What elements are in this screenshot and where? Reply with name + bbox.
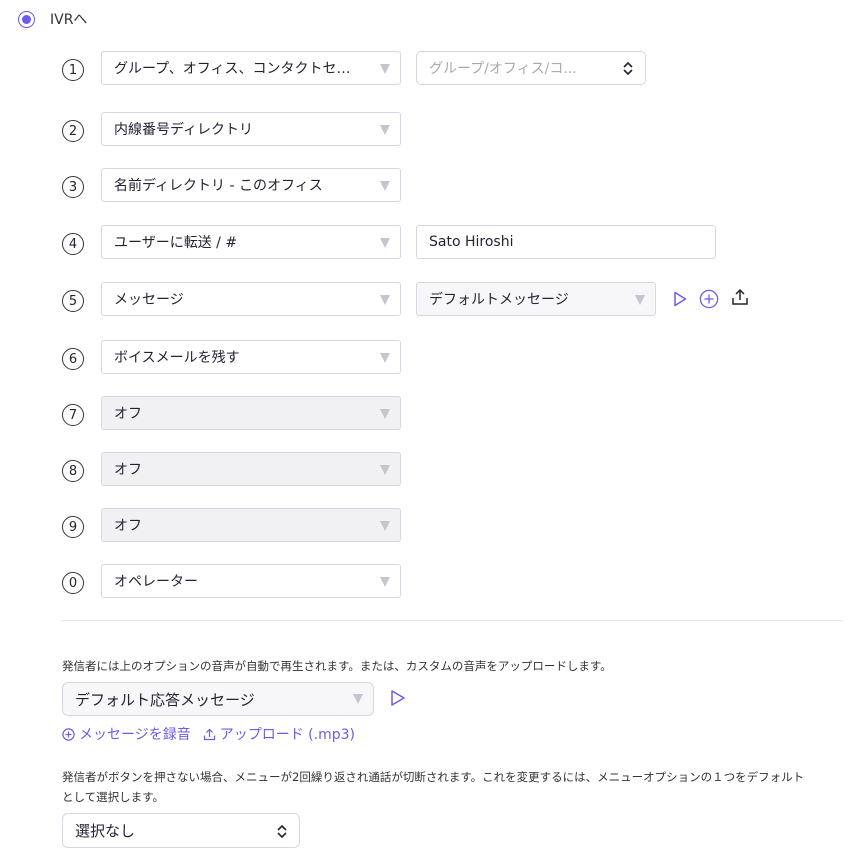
caret-down-icon [380, 409, 390, 419]
timeout-note-line1: 発信者がボタンを押さない場合、メニューが2回繰り返され通話が切断されます。これを… [62, 770, 805, 784]
upload-mp3-link[interactable]: アップロード (.mp3) [203, 724, 355, 744]
upload-icon [203, 728, 215, 740]
timeout-note: 発信者がボタンを押さない場合、メニューが2回繰り返され通話が切断されます。これを… [62, 767, 804, 807]
radio-circle[interactable] [18, 10, 35, 28]
key-number: 3 [62, 176, 84, 198]
plus-circle-icon [62, 727, 75, 741]
key-number: 9 [62, 516, 84, 538]
key-action-select[interactable]: オフ [101, 508, 401, 542]
plus-circle-icon [699, 289, 719, 309]
key-row-4: 4 ユーザーに転送 / # Sato Hiroshi [62, 225, 782, 259]
key-action-select[interactable]: ボイスメールを残す [101, 340, 401, 374]
caret-down-icon [380, 465, 390, 475]
key-row-2: 2 内線番号ディレクトリ [62, 112, 782, 146]
upload-mp3-label: アップロード (.mp3) [219, 727, 355, 743]
key-number: 8 [62, 460, 84, 482]
target-select[interactable]: グループ/オフィス/コ... [416, 51, 646, 85]
key-action-value: オフ [114, 462, 142, 478]
key-number: 5 [62, 290, 84, 312]
caret-down-icon [353, 694, 363, 704]
key-row-0: 0 オペレーター [62, 564, 782, 598]
key-row-3: 3 名前ディレクトリ - このオフィス [62, 168, 782, 202]
key-action-select[interactable]: グループ、オフィス、コンタクトセンター [101, 51, 401, 85]
key-row-1: 1 グループ、オフィス、コンタクトセンター グループ/オフィス/コ... [62, 51, 782, 85]
key-action-value: グループ、オフィス、コンタクトセンター [114, 61, 359, 77]
key-action-select[interactable]: ユーザーに転送 / # [101, 225, 401, 259]
caret-down-icon [380, 577, 390, 587]
key-row-8: 8 オフ [62, 452, 782, 486]
key-action-select[interactable]: 内線番号ディレクトリ [101, 112, 401, 146]
record-message-link[interactable]: メッセージを録音 [62, 724, 191, 744]
key-action-select[interactable]: 名前ディレクトリ - このオフィス [101, 168, 401, 202]
key-number: 1 [62, 59, 84, 81]
caret-down-icon [380, 125, 390, 135]
caret-down-icon [380, 521, 390, 531]
key-number: 4 [62, 233, 84, 255]
caret-down-icon [380, 64, 390, 74]
updown-chevron-icon [277, 824, 287, 839]
key-action-value: ユーザーに転送 / # [114, 235, 238, 251]
key-action-select[interactable]: オペレーター [101, 564, 401, 598]
caret-down-icon [635, 295, 645, 305]
message-select-value: デフォルトメッセージ [429, 292, 569, 308]
key-action-value: 名前ディレクトリ - このオフィス [114, 178, 323, 194]
key-number: 6 [62, 348, 84, 370]
default-option-value: 選択なし [75, 822, 136, 840]
key-action-select[interactable]: オフ [101, 452, 401, 486]
updown-chevron-icon [623, 61, 633, 76]
route-to-ivr-radio[interactable]: IVRへ [18, 8, 87, 30]
timeout-note-line2: として選択します。 [62, 790, 165, 804]
caret-down-icon [380, 295, 390, 305]
key-row-5: 5 メッセージ デフォルトメッセージ [62, 282, 782, 316]
default-option-select[interactable]: 選択なし [62, 813, 300, 848]
key-action-value: オフ [114, 518, 142, 534]
play-icon[interactable] [390, 689, 406, 707]
key-number: 7 [62, 404, 84, 426]
record-message-label: メッセージを録音 [79, 727, 191, 743]
key-action-value: 内線番号ディレクトリ [114, 122, 254, 138]
route-label: IVRへ [50, 12, 88, 28]
greeting-note: 発信者には上のオプションの音声が自動で再生されます。または、カスタムの音声をアッ… [62, 659, 612, 673]
key-row-6: 6 ボイスメールを残す [62, 340, 782, 374]
key-action-select[interactable]: メッセージ [101, 282, 401, 316]
greeting-actions: メッセージを録音 アップロード (.mp3) [62, 724, 367, 744]
caret-down-icon [380, 181, 390, 191]
key-number: 2 [62, 120, 84, 142]
key-action-select[interactable]: オフ [101, 396, 401, 430]
key-action-value: ボイスメールを残す [114, 350, 240, 366]
radio-selected-dot [22, 14, 31, 24]
key-number: 0 [62, 572, 84, 594]
key-action-value: メッセージ [114, 292, 184, 308]
play-icon [674, 291, 687, 307]
add-message-button[interactable] [699, 289, 719, 309]
key-action-value: オペレーター [114, 574, 198, 590]
section-divider [62, 620, 842, 621]
transfer-user-input[interactable]: Sato Hiroshi [416, 225, 716, 259]
greeting-select[interactable]: デフォルト応答メッセージ [62, 682, 374, 716]
upload-message-button[interactable] [730, 287, 750, 307]
upload-icon [732, 288, 748, 305]
key-action-value: オフ [114, 406, 142, 422]
play-button[interactable] [670, 289, 690, 309]
target-select-placeholder: グループ/オフィス/コ... [429, 61, 577, 77]
message-select[interactable]: デフォルトメッセージ [416, 282, 656, 316]
key-row-7: 7 オフ [62, 396, 782, 430]
caret-down-icon [380, 238, 390, 248]
greeting-select-value: デフォルト応答メッセージ [75, 690, 255, 709]
caret-down-icon [380, 353, 390, 363]
key-row-9: 9 オフ [62, 508, 782, 542]
